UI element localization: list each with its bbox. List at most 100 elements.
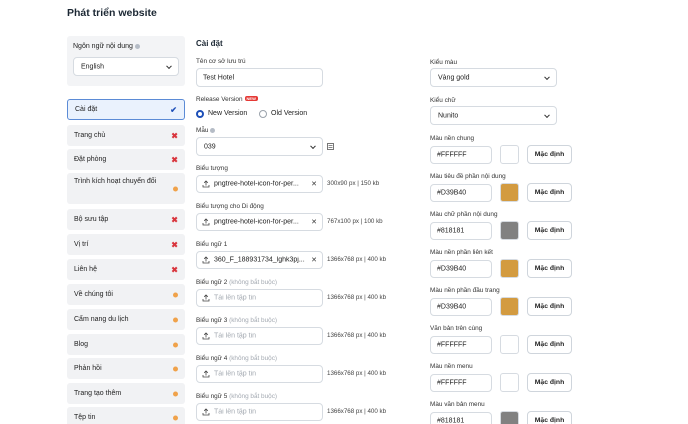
upload-icon [202, 256, 210, 264]
file-upload-input[interactable]: Tải lên tập tin [196, 327, 323, 345]
color-setting-label: Màu chữ phần nội dung [430, 211, 498, 218]
chevron-down-icon [544, 73, 550, 80]
upload-icon [202, 408, 210, 416]
file-name: pngtree-hotel-icon-for-per... [214, 218, 299, 226]
file-spec: 1366x768 px | 400 kb [327, 294, 387, 301]
error-x-icon: ✖ [171, 131, 178, 140]
sidebar-item[interactable]: Cài đặt ✔ [67, 99, 185, 120]
color-hex-input[interactable]: #D39B40 [430, 298, 492, 316]
radio-old-version[interactable] [259, 110, 267, 118]
theme-label: Kiểu màu [430, 59, 457, 66]
sidebar-item[interactable]: Về chúng tôi [67, 284, 185, 305]
color-hex-input[interactable]: #D39B40 [430, 260, 492, 278]
sidebar-item-label: Cài đặt [75, 105, 98, 113]
color-swatch[interactable] [500, 145, 519, 164]
sidebar-item-label: Trình kích hoạt chuyển đổi [74, 178, 157, 185]
color-hex-input[interactable]: #818181 [430, 412, 492, 424]
file-name: Tải lên tập tin [214, 408, 257, 416]
file-upload-input[interactable]: Tải lên tập tin [196, 289, 323, 307]
upload-icon [202, 294, 210, 302]
color-setting-label: Màu nền phần liên kết [430, 249, 493, 256]
clear-icon[interactable]: ✕ [311, 218, 317, 226]
theme-select[interactable]: Vàng gold [430, 68, 557, 87]
sidebar-item[interactable]: Phản hồi [67, 358, 185, 379]
sidebar-item[interactable]: Tệp tin [67, 407, 185, 424]
file-upload-label: Biểu tượng [196, 165, 228, 172]
file-spec: 300x90 px | 150 kb [327, 180, 380, 187]
file-upload-input[interactable]: Tải lên tập tin [196, 403, 323, 421]
color-swatch[interactable] [500, 411, 519, 424]
language-label: Ngôn ngữ nội dung [73, 43, 140, 50]
sidebar-item[interactable]: Liên hệ ✖ [67, 259, 185, 280]
sidebar-item-label: Bộ sưu tập [74, 215, 109, 223]
list-icon[interactable] [327, 143, 334, 150]
upload-icon [202, 370, 210, 378]
file-spec: 1366x768 px | 400 kb [327, 370, 387, 377]
file-upload-label: Biểu ngữ 2 (không bắt buộc) [196, 279, 278, 286]
sidebar-item-label: Trang chủ [74, 131, 106, 139]
error-x-icon: ✖ [171, 240, 178, 249]
color-setting-label: Màu nền menu [430, 363, 473, 370]
sidebar-item[interactable]: Blog [67, 334, 185, 355]
reset-default-button[interactable]: Mặc định [527, 411, 572, 424]
property-name-input[interactable]: Test Hotel [196, 68, 323, 87]
radio-new-version[interactable] [196, 110, 204, 118]
file-upload-label: Biểu ngữ 4 (không bắt buộc) [196, 355, 278, 362]
optional-hint: (không bắt buộc) [229, 279, 278, 286]
sidebar-item-label: Tệp tin [74, 413, 96, 421]
font-select[interactable]: Nunito [430, 106, 557, 125]
file-upload-input[interactable]: 360_F_188931734_lghk3pj... ✕ [196, 251, 323, 269]
color-swatch[interactable] [500, 335, 519, 354]
color-hex-input[interactable]: #818181 [430, 222, 492, 240]
color-setting-label: Văn bản trên cùng [430, 325, 483, 332]
sidebar-item[interactable]: Cẩm nang du lịch [67, 309, 185, 330]
file-spec: 1366x768 px | 400 kb [327, 256, 387, 263]
sidebar-item[interactable]: Đặt phòng ✖ [67, 149, 185, 170]
file-upload-input[interactable]: pngtree-hotel-icon-for-per... ✕ [196, 213, 323, 231]
clear-icon[interactable]: ✕ [311, 256, 317, 264]
optional-hint: (không bắt buộc) [229, 393, 278, 400]
sidebar-item[interactable]: Trình kích hoạt chuyển đổi [67, 173, 185, 204]
color-swatch[interactable] [500, 183, 519, 202]
upload-icon [202, 180, 210, 188]
file-upload-input[interactable]: pngtree-hotel-icon-for-per... ✕ [196, 175, 323, 193]
language-select[interactable]: English [73, 57, 179, 76]
error-x-icon: ✖ [171, 215, 178, 224]
color-swatch[interactable] [500, 259, 519, 278]
new-badge: NEW [244, 96, 258, 101]
radio-old-version-label: Old Version [271, 110, 308, 117]
file-upload-label: Biểu ngữ 3 (không bắt buộc) [196, 317, 278, 324]
sidebar-item[interactable]: Trang tạo thêm [67, 383, 185, 404]
color-swatch[interactable] [500, 297, 519, 316]
color-hex-input[interactable]: #D39B40 [430, 184, 492, 202]
sidebar-item[interactable]: Bộ sưu tập ✖ [67, 209, 185, 230]
reset-default-button[interactable]: Mặc định [527, 335, 572, 354]
pending-dot-icon [173, 415, 178, 420]
color-swatch[interactable] [500, 221, 519, 240]
color-hex-input[interactable]: #FFFFFF [430, 336, 492, 354]
info-icon [134, 43, 140, 49]
reset-default-button[interactable]: Mặc định [527, 259, 572, 278]
sidebar-item[interactable]: Trang chủ ✖ [67, 125, 185, 146]
clear-icon[interactable]: ✕ [311, 180, 317, 188]
file-upload-input[interactable]: Tải lên tập tin [196, 365, 323, 383]
sidebar-item[interactable]: Vị trí ✖ [67, 234, 185, 255]
color-hex-input[interactable]: #FFFFFF [430, 374, 492, 392]
pending-dot-icon [173, 366, 178, 371]
reset-default-button[interactable]: Mặc định [527, 145, 572, 164]
reset-default-button[interactable]: Mặc định [527, 183, 572, 202]
sidebar-item-label: Về chúng tôi [74, 290, 113, 298]
error-x-icon: ✖ [171, 155, 178, 164]
sidebar-item-label: Cẩm nang du lịch [74, 315, 129, 323]
reset-default-button[interactable]: Mặc định [527, 373, 572, 392]
template-label: Mẫu [196, 127, 216, 134]
color-hex-input[interactable]: #FFFFFF [430, 146, 492, 164]
reset-default-button[interactable]: Mặc định [527, 221, 572, 240]
info-icon [210, 127, 216, 133]
template-select[interactable]: 039 [196, 137, 323, 156]
check-icon: ✔ [170, 105, 177, 114]
reset-default-button[interactable]: Mặc định [527, 297, 572, 316]
chevron-down-icon [544, 111, 550, 118]
sidebar-item-label: Blog [74, 340, 89, 348]
color-swatch[interactable] [500, 373, 519, 392]
